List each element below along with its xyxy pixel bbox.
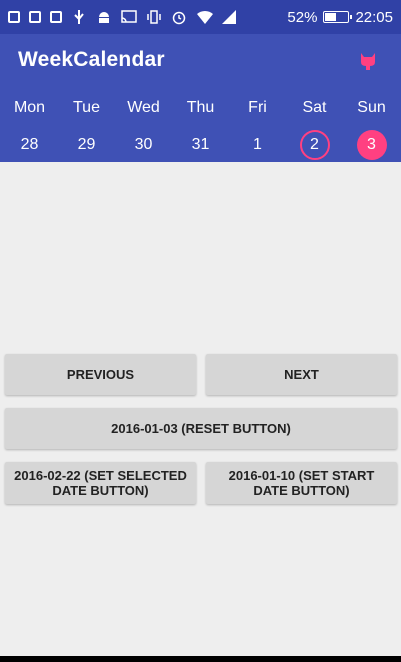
day-thursday[interactable]: Thu 31 [172, 90, 229, 162]
day-name: Sat [302, 99, 327, 116]
day-name: Wed [127, 99, 160, 116]
day-name: Mon [13, 99, 46, 116]
next-button[interactable]: NEXT [206, 354, 397, 395]
clock: 22:05 [355, 8, 393, 26]
signal-icon [221, 9, 237, 25]
week-calendar: Mon 28 Tue 29 Wed 30 Thu 31 Fri 1 Sat 2 … [0, 90, 401, 162]
day-name: Fri [248, 99, 267, 116]
battery-percent: 52% [287, 8, 318, 26]
status-bar: 52% 22:05 [0, 0, 401, 34]
notification-icons [8, 7, 237, 27]
day-name: Tue [73, 99, 100, 116]
set-selected-date-button[interactable]: 2016-02-22 (SET SELECTED DATE BUTTON) [5, 462, 196, 504]
wifi-icon [196, 9, 213, 25]
reset-button[interactable]: 2016-01-03 (RESET BUTTON) [5, 408, 397, 449]
alarm-icon [171, 9, 187, 25]
day-number[interactable]: 28 [15, 130, 45, 160]
code-icon [29, 11, 41, 23]
previous-button[interactable]: PREVIOUS [5, 354, 196, 395]
day-number[interactable]: 31 [186, 130, 216, 160]
day-sunday[interactable]: Sun 3 [343, 90, 400, 162]
status-right: 52% 22:05 [287, 7, 393, 27]
navigation-bar [0, 656, 401, 662]
vibrate-icon [146, 9, 162, 25]
selected-date-circle[interactable]: 3 [356, 130, 387, 160]
day-saturday[interactable]: Sat 2 [286, 90, 343, 162]
day-name: Thu [186, 99, 215, 116]
day-number[interactable]: 29 [72, 130, 102, 160]
start-date-circle[interactable]: 2 [299, 130, 330, 160]
day-friday[interactable]: Fri 1 [229, 90, 286, 162]
battery-fill [325, 13, 337, 21]
cast-icon [121, 9, 137, 25]
day-number[interactable]: 30 [129, 130, 159, 160]
usb-icon [71, 9, 87, 25]
android-icon [96, 9, 112, 25]
day-number[interactable]: 1 [243, 130, 273, 160]
day-wednesday[interactable]: Wed 30 [115, 90, 172, 162]
code-icon [50, 11, 62, 23]
app-bar: WeekCalendar [0, 34, 401, 90]
battery-icon [323, 11, 353, 23]
day-name: Sun [357, 99, 386, 116]
github-icon[interactable] [357, 50, 379, 72]
day-tuesday[interactable]: Tue 29 [58, 90, 115, 162]
set-start-date-button[interactable]: 2016-01-10 (SET START DATE BUTTON) [206, 462, 397, 504]
message-icon [8, 11, 20, 23]
app-title: WeekCalendar [18, 48, 165, 71]
day-monday[interactable]: Mon 28 [1, 90, 58, 162]
